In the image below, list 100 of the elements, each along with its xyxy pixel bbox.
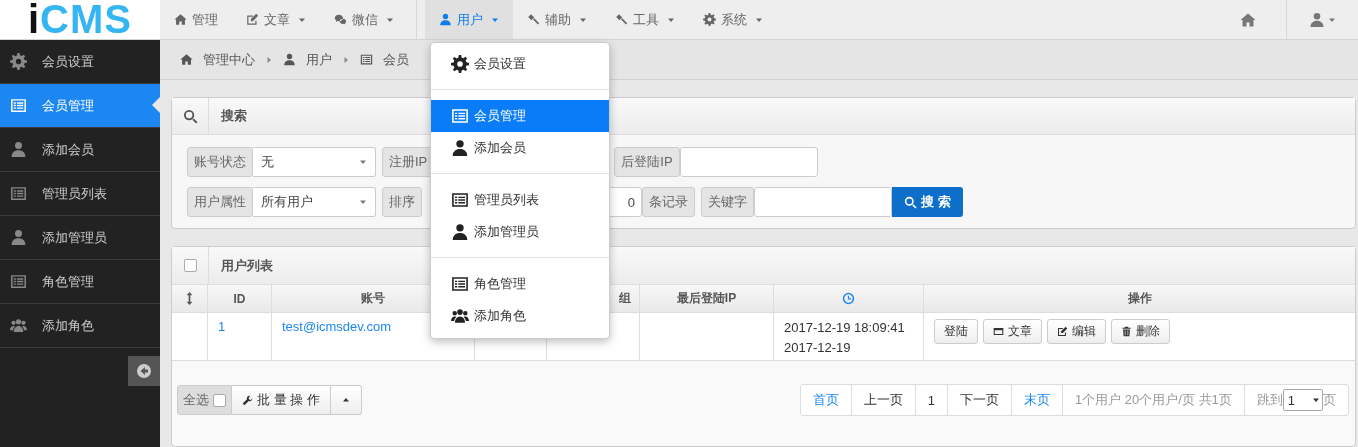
list-icon	[10, 273, 27, 290]
menu-item[interactable]: 添加管理员	[431, 216, 609, 248]
panel-title: 搜索	[221, 107, 247, 125]
sidebar-item[interactable]: 管理员列表	[0, 172, 160, 216]
users-icon	[451, 307, 469, 325]
user-icon	[439, 13, 452, 26]
select-all-toggle[interactable]: 全选	[177, 385, 232, 415]
user-icon	[10, 141, 27, 158]
home-icon	[1240, 11, 1256, 28]
search-button[interactable]: 搜 索	[892, 187, 963, 217]
panel-title: 用户列表	[221, 256, 273, 275]
hammer-icon	[615, 13, 628, 26]
sidebar-item[interactable]: 添加会员	[0, 128, 160, 172]
caret-icon	[359, 198, 367, 206]
batch-action-button[interactable]: 批 量 操 作	[232, 385, 331, 415]
row-action-button[interactable]: 删除	[1111, 319, 1170, 344]
wrench-icon	[242, 394, 253, 406]
field-label: 关键字	[701, 187, 754, 217]
user-type-select[interactable]: 所有用户	[253, 187, 376, 217]
search-icon	[182, 108, 198, 124]
field-label: 后登陆IP	[614, 147, 680, 177]
field-label: 排序	[382, 187, 422, 217]
jump-label: 跳到	[1256, 391, 1283, 409]
edit-icon	[1057, 326, 1068, 337]
breadcrumb-link[interactable]: 会员	[383, 50, 409, 69]
user-icon	[283, 53, 296, 66]
breadcrumb-link[interactable]: 用户	[306, 50, 332, 69]
page-link[interactable]: 末页	[1012, 385, 1063, 415]
row-action-button[interactable]: 登陆	[934, 319, 978, 344]
clock-icon	[842, 292, 855, 305]
search-icon	[904, 195, 917, 209]
page-link[interactable]: 下一页	[948, 385, 1012, 415]
user-icon	[451, 139, 469, 157]
sidebar-item[interactable]: 添加角色	[0, 304, 160, 348]
home-icon	[180, 53, 193, 66]
caret-icon	[359, 158, 367, 166]
caret-icon	[341, 396, 350, 404]
hammer-icon	[527, 13, 540, 26]
menu-item[interactable]: 会员设置	[431, 48, 609, 80]
nav-menu-item[interactable]: 系统	[689, 0, 777, 39]
page-select[interactable]: 1	[1282, 389, 1323, 411]
menu-item[interactable]: 会员管理	[431, 100, 609, 132]
users-icon	[10, 317, 27, 334]
jump-unit: 页	[1323, 391, 1336, 409]
caret-icon	[342, 55, 350, 64]
last-ip-input[interactable]	[679, 147, 818, 177]
nav-menu-item[interactable]: 工具	[601, 0, 689, 39]
user-icon	[1309, 11, 1325, 28]
logo[interactable]: iCMS	[0, 0, 160, 39]
field-label: 用户属性	[187, 187, 253, 217]
menu-item[interactable]: 角色管理	[431, 268, 609, 300]
field-label: 条记录	[642, 187, 695, 217]
column-header: ID	[233, 291, 246, 306]
user-icon	[451, 223, 469, 241]
menu-item[interactable]: 添加角色	[431, 300, 609, 332]
nav-menu-item[interactable]: 辅助	[513, 0, 601, 39]
table-cell: 2017-12-19	[784, 340, 851, 355]
chat-icon	[334, 13, 347, 26]
nav-menu-item[interactable]: 文章	[232, 0, 320, 39]
list-icon	[451, 191, 469, 209]
select-all-checkbox[interactable]	[183, 259, 197, 272]
sidebar-item[interactable]: 角色管理	[0, 260, 160, 304]
sidebar-item[interactable]: 添加管理员	[0, 216, 160, 260]
column-header: 操作	[1127, 290, 1152, 307]
field-label: 账号状态	[187, 147, 253, 177]
nav-menu-item[interactable]: 管理	[160, 0, 232, 39]
sidebar-item[interactable]: 会员管理	[0, 84, 160, 128]
page-info: 1个用户 20个用户/页 共1页	[1063, 385, 1245, 415]
list-icon	[10, 97, 27, 114]
row-action-button[interactable]: 编辑	[1047, 319, 1106, 344]
home-icon	[174, 13, 187, 26]
status-select[interactable]: 无	[253, 147, 376, 177]
page-link[interactable]: 1	[915, 385, 948, 415]
card-icon	[993, 326, 1004, 337]
dropdown-toggle-button[interactable]	[330, 385, 362, 415]
list-icon	[360, 53, 373, 66]
settings-icon	[703, 13, 716, 26]
table-cell: 1	[218, 319, 226, 334]
page-link[interactable]: 首页	[800, 385, 852, 415]
nav-menu-item[interactable]: 微信	[320, 0, 408, 39]
account-link[interactable]: test@icmsdev.com	[282, 319, 392, 334]
keyword-input[interactable]	[754, 187, 892, 217]
list-icon	[451, 275, 469, 293]
settings-icon	[10, 53, 27, 70]
back-icon	[136, 363, 152, 379]
breadcrumb-link[interactable]: 管理中心	[203, 50, 255, 69]
user-icon	[10, 229, 27, 246]
page-link[interactable]: 上一页	[851, 385, 916, 415]
edit-icon	[246, 13, 259, 26]
caret-icon	[265, 55, 273, 64]
column-header: 组	[619, 290, 631, 307]
settings-icon	[451, 55, 469, 73]
row-action-button[interactable]: 文章	[983, 319, 1042, 344]
column-header: 账号	[361, 290, 385, 307]
list-icon	[451, 107, 469, 125]
trash-icon	[1121, 326, 1132, 337]
table-cell: 2017-12-19 18:09:41	[784, 320, 905, 335]
column-header: 最后登陆IP	[676, 290, 737, 307]
caret-icon	[1312, 396, 1320, 404]
collapse-sidebar-button[interactable]	[128, 356, 160, 386]
